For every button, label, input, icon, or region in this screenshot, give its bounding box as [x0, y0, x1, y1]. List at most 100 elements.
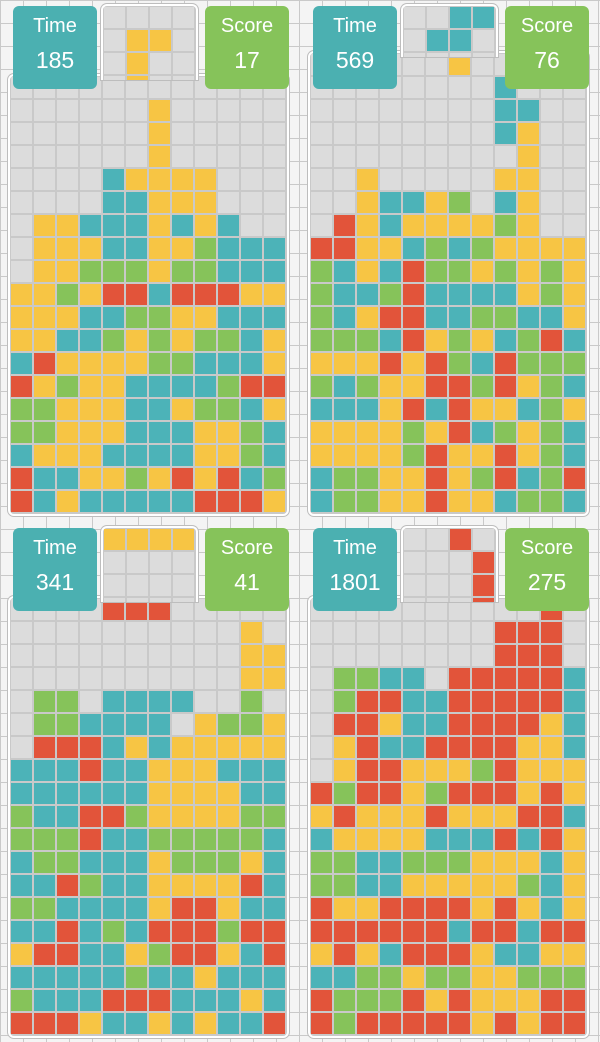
- board-cell: [403, 852, 424, 873]
- board-cell: [541, 261, 562, 282]
- board-cell: [472, 77, 493, 98]
- preview-cell: [127, 598, 148, 602]
- next-piece-preview: [401, 526, 498, 602]
- board-cell: [126, 829, 147, 850]
- board-cell: [126, 622, 147, 643]
- board-cell: [11, 215, 32, 236]
- board-cell: [380, 875, 401, 896]
- board-cell: [380, 737, 401, 758]
- board-cell: [334, 783, 355, 804]
- preview-cell: [150, 76, 171, 80]
- board-cell: [403, 399, 424, 420]
- board-cell: [149, 192, 170, 213]
- board-cell: [264, 353, 285, 374]
- board-cell: [218, 376, 239, 397]
- board-cell: [449, 714, 470, 735]
- board-cell: [103, 875, 124, 896]
- board-cell: [564, 829, 585, 850]
- board-cell: [34, 944, 55, 965]
- board-cell: [472, 330, 493, 351]
- board-cell: [103, 353, 124, 374]
- board-cell: [195, 468, 216, 489]
- board-cell: [334, 737, 355, 758]
- board-cell: [241, 422, 262, 443]
- board-cell: [57, 169, 78, 190]
- preview-cell: [473, 529, 494, 550]
- board-cell: [449, 967, 470, 988]
- board-cell: [241, 445, 262, 466]
- board-cell: [334, 284, 355, 305]
- board-cell: [357, 875, 378, 896]
- board-cell: [57, 215, 78, 236]
- board-cell: [472, 852, 493, 873]
- board-cell: [126, 376, 147, 397]
- board-cell: [195, 491, 216, 512]
- board-cell: [149, 691, 170, 712]
- board-cell: [172, 829, 193, 850]
- board-cell: [472, 944, 493, 965]
- board-cell: [472, 599, 493, 620]
- board-cell: [218, 169, 239, 190]
- preview-cell: [450, 30, 471, 51]
- board-cell: [449, 146, 470, 167]
- board-cell: [311, 284, 332, 305]
- board-cell: [380, 468, 401, 489]
- board-cell: [218, 691, 239, 712]
- board-cell: [241, 829, 262, 850]
- board-cell: [541, 146, 562, 167]
- board-cell: [334, 875, 355, 896]
- board-cell: [472, 829, 493, 850]
- board-cell: [380, 921, 401, 942]
- board-cell: [311, 990, 332, 1011]
- board-cell: [103, 645, 124, 666]
- board-cell: [195, 215, 216, 236]
- board-cell: [264, 990, 285, 1011]
- score-badge: Score 275: [505, 528, 589, 611]
- board-cell: [564, 123, 585, 144]
- board-cell: [564, 668, 585, 689]
- board-cell: [426, 875, 447, 896]
- board-cell: [57, 829, 78, 850]
- board-cell: [311, 376, 332, 397]
- board-cell: [334, 307, 355, 328]
- board-cell: [357, 491, 378, 512]
- board-cell: [357, 668, 378, 689]
- board-cell: [195, 1013, 216, 1034]
- board-cell: [149, 829, 170, 850]
- preview-cell: [104, 76, 125, 80]
- board-cell: [218, 783, 239, 804]
- board-cell: [195, 921, 216, 942]
- game-board[interactable]: [308, 596, 589, 1038]
- board-cell: [357, 261, 378, 282]
- board-cell: [195, 169, 216, 190]
- board-cell: [11, 622, 32, 643]
- board-cell: [264, 691, 285, 712]
- board-cell: [11, 330, 32, 351]
- board-cell: [380, 645, 401, 666]
- board-cell: [311, 921, 332, 942]
- board-cell: [403, 967, 424, 988]
- board-cell: [403, 468, 424, 489]
- board-cell: [80, 261, 101, 282]
- board-cell: [472, 307, 493, 328]
- board-cell: [403, 307, 424, 328]
- board-cell: [334, 330, 355, 351]
- board-cell: [218, 422, 239, 443]
- board-cell: [57, 307, 78, 328]
- board-cell: [518, 376, 539, 397]
- preview-cell: [427, 575, 448, 596]
- game-board[interactable]: [8, 596, 289, 1038]
- board-cell: [34, 261, 55, 282]
- preview-cell: [150, 53, 171, 74]
- board-cell: [541, 898, 562, 919]
- board-cell: [126, 284, 147, 305]
- board-cell: [218, 284, 239, 305]
- board-cell: [311, 261, 332, 282]
- board-cell: [495, 353, 516, 374]
- board-cell: [126, 261, 147, 282]
- game-board[interactable]: [8, 74, 289, 516]
- board-cell: [495, 238, 516, 259]
- game-board[interactable]: [308, 51, 589, 516]
- board-cell: [149, 990, 170, 1011]
- board-cell: [357, 146, 378, 167]
